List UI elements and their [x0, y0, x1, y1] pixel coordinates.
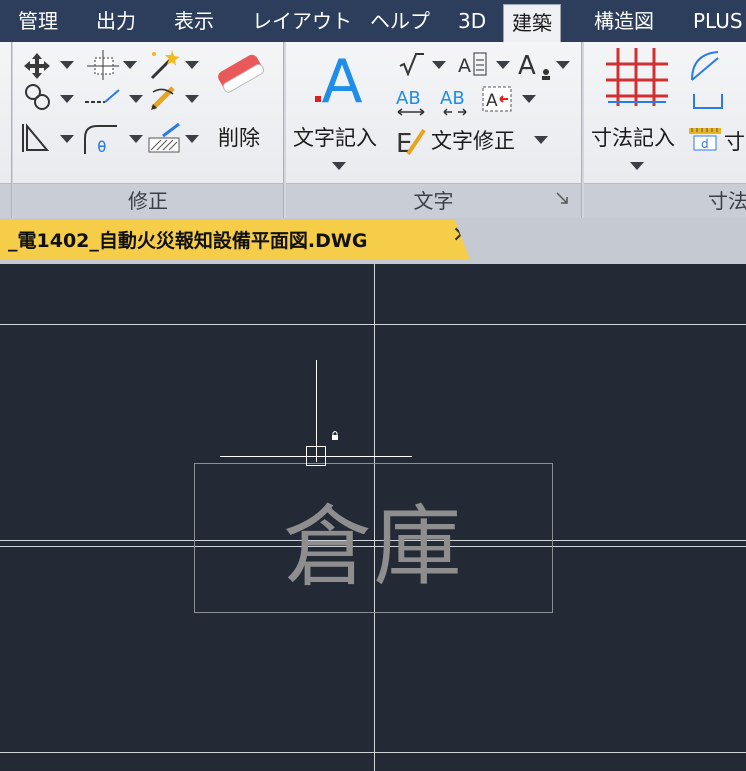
tab-plus[interactable]: PLUS	[693, 0, 743, 42]
hatch-icon[interactable]	[147, 122, 183, 154]
tab-help[interactable]: ヘルプ	[370, 0, 430, 42]
text-frame-icon[interactable]: A	[482, 86, 514, 114]
modify-panel-title: 修正	[13, 183, 283, 218]
text-entry-dropdown[interactable]	[332, 162, 346, 170]
fillet-dropdown[interactable]	[129, 135, 143, 143]
tab-kanri[interactable]: 管理	[18, 0, 58, 42]
dimension-panel: 寸法記入 d 寸 寸法	[584, 42, 746, 218]
modify-panel: 削除 θ 修正	[13, 42, 284, 218]
dim-entry-dropdown[interactable]	[630, 162, 644, 170]
break-dropdown[interactable]	[129, 95, 143, 103]
tab-shutsuryoku[interactable]: 出力	[96, 0, 136, 42]
delete-label[interactable]: 削除	[218, 122, 260, 152]
room-label-text[interactable]: 倉庫	[194, 476, 553, 603]
sqrt-dropdown[interactable]	[432, 61, 446, 69]
sqrt-icon[interactable]	[398, 52, 426, 76]
svg-text:θ: θ	[97, 137, 107, 156]
pencil-edit-icon[interactable]	[149, 82, 179, 112]
svg-text:A: A	[321, 48, 362, 106]
copy-dropdown[interactable]	[123, 61, 137, 69]
a-text: A	[486, 91, 498, 111]
tab-layout[interactable]: レイアウト	[252, 0, 352, 42]
mirror-dropdown[interactable]	[60, 135, 74, 143]
wand-dropdown[interactable]	[185, 61, 199, 69]
svg-text:A: A	[518, 51, 536, 81]
mirror-icon[interactable]	[21, 122, 55, 154]
tab-hyoji[interactable]: 表示	[174, 0, 214, 42]
rotate-circles-icon[interactable]	[23, 82, 53, 112]
ribbon: 削除 θ 修正 A 文字記入 A A AB AB A E 文字修正 文字 寸法記…	[0, 42, 746, 218]
crosshair-pickbox	[306, 446, 326, 466]
text-width-icon[interactable]: AB	[438, 84, 472, 120]
document-tab-name[interactable]: _電1402_自動火災報知設備平面図.DWG	[8, 226, 367, 253]
move-icon[interactable]	[23, 52, 51, 80]
drawing-canvas[interactable]: 倉庫	[0, 264, 746, 771]
svg-text:A: A	[458, 55, 471, 77]
arc-dimension-icon[interactable]	[688, 48, 730, 110]
text-panel: A 文字記入 A A AB AB A E 文字修正 文字	[286, 42, 582, 218]
ab-text-1: AB	[396, 88, 421, 109]
d-text: d	[701, 137, 709, 151]
hatch-dropdown[interactable]	[185, 135, 199, 143]
tab-3d[interactable]: 3D	[458, 0, 486, 42]
frame-dropdown[interactable]	[522, 95, 536, 103]
text-edit-label[interactable]: 文字修正	[431, 125, 515, 155]
text-edit-icon[interactable]: E	[396, 124, 428, 158]
dim-extra-label[interactable]: 寸	[724, 126, 745, 156]
move-dropdown[interactable]	[60, 61, 74, 69]
grid-dimension-icon[interactable]	[604, 46, 670, 108]
panel-launcher-icon[interactable]	[556, 192, 568, 204]
text-panel-title: 文字	[286, 183, 581, 218]
prev-panel-edge	[0, 42, 12, 218]
dim-ruler-icon[interactable]: d	[688, 126, 722, 152]
dim-panel-title: 寸法	[584, 183, 746, 218]
align-dropdown[interactable]	[496, 61, 510, 69]
drawing-line	[0, 324, 746, 325]
text-spacing-icon[interactable]: AB	[394, 84, 428, 120]
copy-stretch-icon[interactable]	[87, 50, 119, 80]
ab-text-2: AB	[440, 88, 465, 109]
tab-kozozu[interactable]: 構造図	[594, 0, 654, 42]
text-entry-label[interactable]: 文字記入	[293, 122, 377, 152]
pencil-dropdown[interactable]	[185, 95, 199, 103]
text-entry-icon[interactable]: A	[314, 48, 370, 106]
rotate-dropdown[interactable]	[60, 95, 74, 103]
dim-entry-label[interactable]: 寸法記入	[591, 122, 675, 152]
document-tab-strip: _電1402_自動火災報知設備平面図.DWG ✕	[0, 218, 746, 264]
drawing-line	[0, 752, 746, 753]
magic-wand-icon[interactable]	[146, 48, 180, 80]
style-dropdown[interactable]	[556, 61, 570, 69]
break-line-icon[interactable]	[83, 88, 123, 108]
close-icon[interactable]: ✕	[452, 223, 470, 248]
lock-icon	[332, 431, 338, 440]
eraser-icon[interactable]	[213, 52, 269, 96]
text-style-icon[interactable]: A	[518, 48, 552, 82]
text-align-icon[interactable]: A	[458, 50, 490, 78]
text-edit-dropdown[interactable]	[534, 136, 548, 144]
fillet-icon[interactable]: θ	[81, 122, 121, 156]
document-tab[interactable]: _電1402_自動火災報知設備平面図.DWG ✕	[0, 220, 470, 260]
tab-kenchiku[interactable]: 建築	[503, 4, 561, 43]
menu-bar: 管理 出力 表示 レイアウト ヘルプ 3D 建築 構造図 PLUS	[0, 0, 746, 43]
